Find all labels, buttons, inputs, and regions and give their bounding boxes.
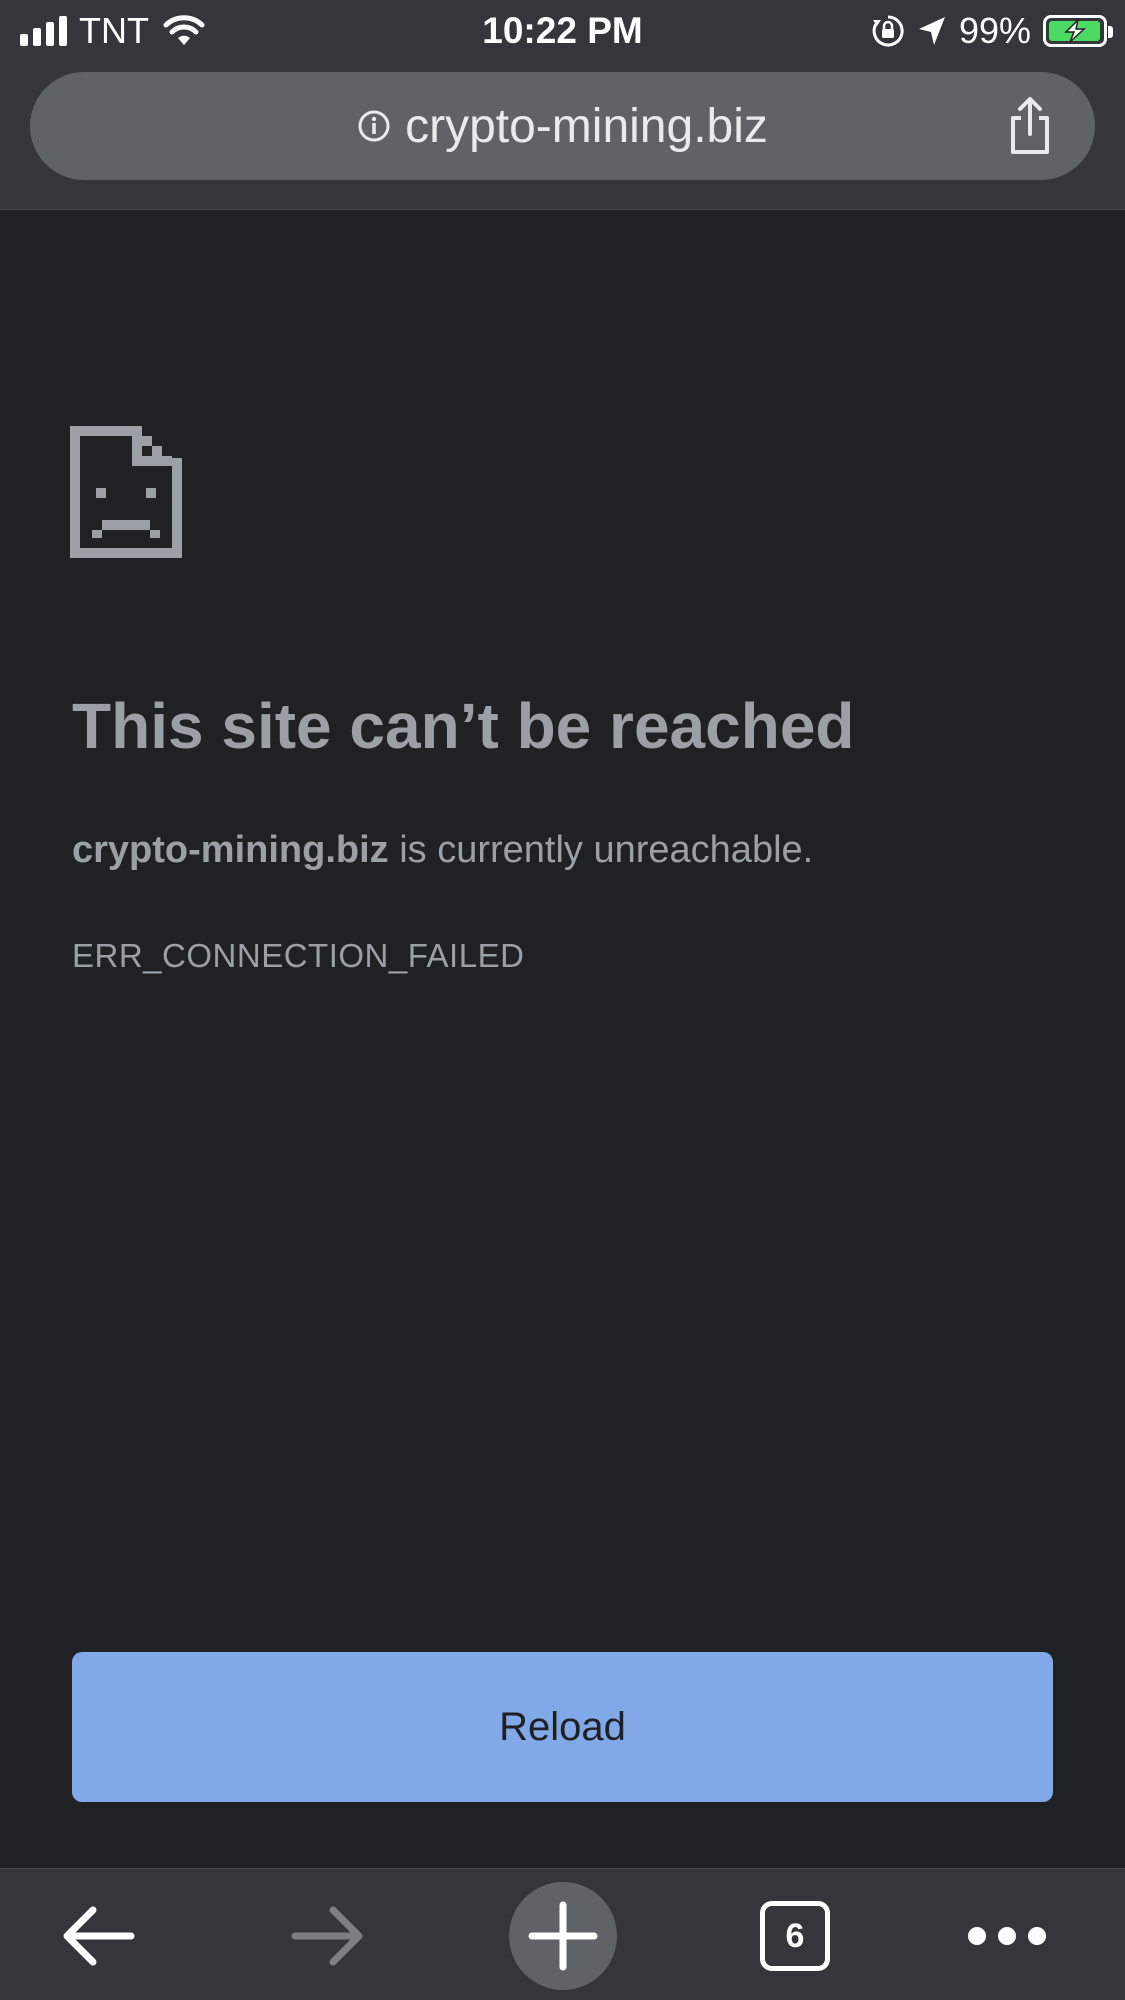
more-dots-icon[interactable] <box>962 1921 1052 1951</box>
new-tab-button[interactable] <box>508 1881 618 1991</box>
top-chrome: TNT 10:22 PM 99% crypto-mining.biz <box>0 0 1125 210</box>
sad-document-icon <box>70 426 182 558</box>
forward-button[interactable] <box>274 1881 384 1991</box>
status-bar: TNT 10:22 PM 99% <box>0 0 1125 62</box>
battery-charging-icon <box>1043 15 1113 47</box>
battery-percent: 99% <box>958 10 1031 51</box>
browser-screen: TNT 10:22 PM 99% crypto-mining.biz This … <box>0 0 1125 2000</box>
bottom-toolbar: 6 <box>0 1868 1125 2000</box>
orientation-lock-icon <box>872 15 904 47</box>
error-description: crypto-mining.biz is currently unreachab… <box>72 822 1072 878</box>
omnibox[interactable]: crypto-mining.biz <box>30 72 1095 180</box>
back-arrow-icon[interactable] <box>57 1901 137 1971</box>
error-code: ERR_CONNECTION_FAILED <box>72 937 525 974</box>
omnibox-content[interactable]: crypto-mining.biz <box>30 72 1095 180</box>
new-tab-plus-icon[interactable] <box>528 1901 598 1971</box>
new-tab-circle[interactable] <box>509 1882 617 1990</box>
location-icon <box>918 17 945 45</box>
share-icon[interactable] <box>1005 96 1055 156</box>
tab-switcher-icon[interactable]: 6 <box>760 1901 830 1971</box>
error-host: crypto-mining.biz <box>72 829 389 871</box>
reload-button[interactable]: Reload <box>72 1652 1053 1802</box>
menu-button[interactable] <box>952 1881 1062 1991</box>
url-text[interactable]: crypto-mining.biz <box>405 99 768 154</box>
error-message: is currently unreachable. <box>388 829 814 871</box>
tab-switcher-button[interactable]: 6 <box>740 1881 850 1991</box>
info-icon[interactable] <box>357 109 391 143</box>
bolt-icon <box>1064 18 1086 43</box>
status-right: 99% <box>871 10 1113 52</box>
error-title: This site can’t be reached <box>72 690 855 762</box>
back-button[interactable] <box>42 1881 152 1991</box>
forward-arrow-icon[interactable] <box>289 1901 369 1971</box>
